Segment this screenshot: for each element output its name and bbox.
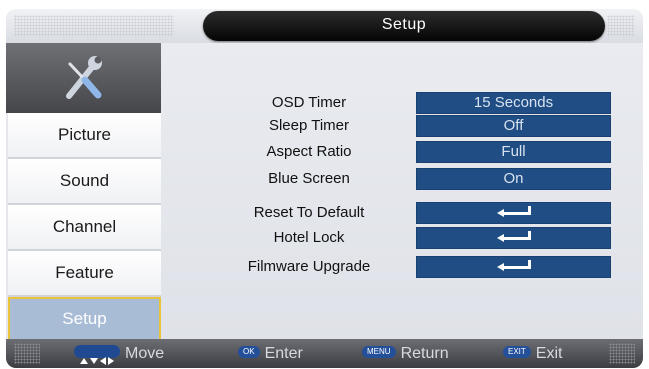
setting-row-hotel-lock[interactable]: Hotel Lock — [161, 226, 643, 250]
arrow-keys-icon — [74, 345, 120, 366]
sidebar-item-feature[interactable]: Feature — [8, 251, 161, 297]
setting-label: Aspect Ratio — [266, 143, 352, 160]
setting-label: Reset To Default — [253, 204, 365, 221]
hint-return: MENU Return — [362, 339, 449, 368]
setting-label: Sleep Timer — [268, 117, 350, 134]
setting-row-osd-timer[interactable]: OSD Timer 15 Seconds — [161, 91, 643, 115]
reset-to-default-button[interactable] — [416, 202, 611, 224]
setting-row-aspect-ratio[interactable]: Aspect Ratio Full — [161, 140, 643, 164]
enter-arrow-icon — [496, 206, 531, 220]
menu-key-icon: MENU — [362, 345, 396, 358]
hint-label: Exit — [535, 345, 563, 362]
setting-label: OSD Timer — [271, 94, 347, 111]
blue-screen-value[interactable]: On — [416, 168, 611, 190]
hint-label: Enter — [264, 345, 303, 362]
hint-exit: EXIT Exit — [503, 339, 562, 368]
setting-row-blue-screen[interactable]: Blue Screen On — [161, 167, 643, 191]
enter-arrow-icon — [496, 260, 531, 274]
hint-move: Move — [74, 339, 164, 368]
top-bar: Setup — [6, 9, 643, 43]
setting-row-reset-to-default[interactable]: Reset To Default — [161, 201, 643, 225]
aspect-ratio-value[interactable]: Full — [416, 141, 611, 163]
sidebar-item-setup[interactable]: Setup — [8, 297, 161, 341]
exit-key-icon: EXIT — [503, 345, 531, 358]
tools-icon — [66, 56, 102, 99]
help-bar: Move OK Enter MENU Return EXIT Exit — [6, 339, 643, 368]
sidebar-item-label: Sound — [59, 171, 110, 190]
settings-panel: OSD Timer 15 Seconds Sleep Timer Off Asp… — [161, 43, 643, 339]
setup-menu-window: Setup Picture Sound Channel Feature Setu… — [6, 9, 643, 368]
ok-key-icon: OK — [238, 345, 260, 358]
sidebar-item-label: Feature — [55, 263, 114, 282]
texture-pattern — [607, 15, 635, 37]
category-icon-box — [6, 43, 161, 113]
sidebar-item-label: Picture — [58, 125, 111, 144]
setting-label: Hotel Lock — [273, 229, 345, 246]
title-bar: Setup — [203, 11, 605, 41]
sidebar-item-sound[interactable]: Sound — [8, 159, 161, 205]
setting-label: Filmware Upgrade — [247, 258, 371, 275]
sidebar-item-channel[interactable]: Channel — [8, 205, 161, 251]
texture-pattern — [14, 343, 40, 364]
sleep-timer-value[interactable]: Off — [416, 115, 611, 137]
setting-row-filmware-upgrade[interactable]: Filmware Upgrade — [161, 255, 643, 279]
hint-label: Return — [400, 345, 449, 362]
sidebar-item-picture[interactable]: Picture — [8, 113, 161, 159]
enter-arrow-icon — [496, 231, 531, 245]
filmware-upgrade-button[interactable] — [416, 256, 611, 278]
sidebar-item-label: Setup — [62, 309, 107, 328]
hotel-lock-button[interactable] — [416, 227, 611, 249]
sidebar-item-label: Channel — [52, 217, 117, 236]
page-title: Setup — [381, 16, 427, 33]
texture-pattern — [14, 15, 174, 37]
setting-label: Blue Screen — [268, 170, 350, 187]
osd-timer-value[interactable]: 15 Seconds — [416, 92, 611, 114]
hint-enter: OK Enter — [238, 339, 303, 368]
texture-pattern — [609, 343, 635, 364]
hint-label: Move — [125, 345, 165, 362]
setting-row-sleep-timer[interactable]: Sleep Timer Off — [161, 114, 643, 138]
